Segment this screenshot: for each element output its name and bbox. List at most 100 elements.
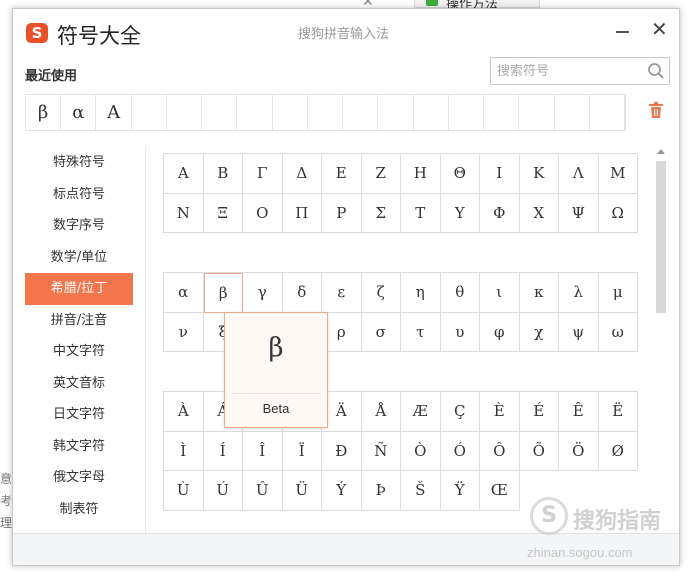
- greek-upper-symbol[interactable]: Ω: [598, 193, 638, 233]
- recent-symbol-cell[interactable]: [484, 95, 520, 130]
- recent-symbol-cell[interactable]: [132, 95, 167, 130]
- greek-lower-symbol[interactable]: ε: [322, 273, 362, 313]
- sidebar-item[interactable]: 日文字符: [25, 399, 133, 431]
- greek-upper-symbol[interactable]: Ψ: [559, 193, 599, 233]
- greek-lower-symbol[interactable]: θ: [440, 273, 480, 313]
- latin-symbol[interactable]: Æ: [401, 392, 441, 432]
- latin-symbol[interactable]: Ó: [440, 431, 480, 471]
- greek-upper-symbol[interactable]: Ο: [243, 193, 283, 233]
- greek-upper-symbol[interactable]: Δ: [282, 154, 322, 194]
- latin-symbol[interactable]: Ò: [401, 431, 441, 471]
- latin-symbol[interactable]: Ñ: [361, 431, 401, 471]
- greek-lower-symbol[interactable]: κ: [519, 273, 559, 313]
- greek-lower-symbol[interactable]: χ: [519, 312, 559, 352]
- scroll-up-arrow-icon[interactable]: [657, 149, 665, 154]
- recent-symbol-cell[interactable]: A: [96, 95, 132, 130]
- recent-symbol-cell[interactable]: [590, 95, 625, 130]
- search-icon[interactable]: [647, 62, 665, 80]
- greek-upper-symbol[interactable]: Μ: [598, 154, 638, 194]
- greek-lower-symbol[interactable]: ζ: [361, 273, 401, 313]
- greek-upper-symbol[interactable]: Ζ: [361, 154, 401, 194]
- sidebar-item[interactable]: 数字序号: [25, 210, 133, 242]
- latin-symbol[interactable]: Ê: [559, 392, 599, 432]
- recent-symbol-cell[interactable]: β: [26, 95, 62, 130]
- sidebar-item[interactable]: 中文字符: [25, 336, 133, 368]
- latin-symbol[interactable]: Ÿ: [440, 471, 480, 511]
- close-button[interactable]: ✕: [651, 18, 668, 40]
- latin-symbol[interactable]: Ý: [322, 471, 362, 511]
- greek-upper-symbol[interactable]: Γ: [243, 154, 283, 194]
- latin-symbol[interactable]: Ü: [282, 471, 322, 511]
- trash-icon[interactable]: [649, 102, 663, 118]
- greek-lower-symbol[interactable]: η: [401, 273, 441, 313]
- title-bar[interactable]: S 符号大全 搜狗拼音输入法 ✕: [13, 9, 679, 55]
- recent-symbol-cell[interactable]: [555, 95, 590, 130]
- search-box[interactable]: [490, 57, 670, 85]
- latin-symbol[interactable]: Ô: [480, 431, 520, 471]
- greek-upper-symbol[interactable]: Π: [282, 193, 322, 233]
- minimize-button[interactable]: [616, 31, 629, 33]
- latin-symbol[interactable]: À: [164, 392, 204, 432]
- latin-symbol[interactable]: È: [480, 392, 520, 432]
- greek-lower-symbol[interactable]: ψ: [559, 312, 599, 352]
- recent-symbol-cell[interactable]: α: [61, 95, 97, 130]
- recent-symbol-cell[interactable]: [378, 95, 414, 130]
- latin-symbol[interactable]: Š: [401, 471, 441, 511]
- latin-symbol[interactable]: Ù: [164, 471, 204, 511]
- greek-upper-symbol[interactable]: Ι: [480, 154, 520, 194]
- sidebar-item[interactable]: 英文音标: [25, 368, 133, 400]
- greek-lower-symbol[interactable]: ω: [598, 312, 638, 352]
- greek-upper-symbol[interactable]: Σ: [361, 193, 401, 233]
- greek-lower-symbol[interactable]: β: [203, 273, 243, 313]
- greek-upper-symbol[interactable]: Α: [164, 154, 204, 194]
- latin-symbol[interactable]: Ç: [440, 392, 480, 432]
- recent-symbol-cell[interactable]: [237, 95, 273, 130]
- sidebar-item[interactable]: 韩文字符: [25, 431, 133, 463]
- recent-symbol-cell[interactable]: [343, 95, 379, 130]
- scrollbar[interactable]: [655, 147, 667, 531]
- latin-symbol[interactable]: Ø: [598, 431, 638, 471]
- greek-lower-symbol[interactable]: τ: [401, 312, 441, 352]
- latin-symbol[interactable]: Õ: [519, 431, 559, 471]
- greek-upper-symbol[interactable]: Η: [401, 154, 441, 194]
- sidebar-item[interactable]: 标点符号: [25, 179, 133, 211]
- sidebar-item[interactable]: 数学/单位: [25, 242, 133, 274]
- greek-upper-symbol[interactable]: Ρ: [322, 193, 362, 233]
- greek-upper-symbol[interactable]: Ε: [322, 154, 362, 194]
- search-input[interactable]: [491, 58, 641, 84]
- greek-lower-symbol[interactable]: λ: [559, 273, 599, 313]
- latin-symbol[interactable]: Í: [203, 431, 243, 471]
- greek-upper-symbol[interactable]: Ν: [164, 193, 204, 233]
- sidebar-item[interactable]: 拼音/注音: [25, 305, 133, 337]
- greek-upper-symbol[interactable]: Θ: [440, 154, 480, 194]
- latin-symbol[interactable]: Î: [243, 431, 283, 471]
- greek-upper-symbol[interactable]: Υ: [440, 193, 480, 233]
- recent-symbol-cell[interactable]: [308, 95, 344, 130]
- greek-lower-symbol[interactable]: γ: [243, 273, 283, 313]
- latin-symbol[interactable]: Þ: [361, 471, 401, 511]
- greek-upper-symbol[interactable]: Β: [203, 154, 243, 194]
- latin-symbol[interactable]: Ì: [164, 431, 204, 471]
- greek-lower-symbol[interactable]: υ: [440, 312, 480, 352]
- recent-symbol-cell[interactable]: [202, 95, 238, 130]
- latin-symbol[interactable]: É: [519, 392, 559, 432]
- sidebar-item[interactable]: 俄文字母: [25, 462, 133, 494]
- recent-symbol-cell[interactable]: [273, 95, 308, 130]
- latin-symbol[interactable]: Ï: [282, 431, 322, 471]
- recent-symbol-cell[interactable]: [449, 95, 485, 130]
- sidebar-item[interactable]: 制表符: [25, 494, 133, 526]
- recent-symbol-cell[interactable]: [167, 95, 203, 130]
- greek-upper-symbol[interactable]: Τ: [401, 193, 441, 233]
- sidebar-item[interactable]: 希腊/拉丁: [25, 273, 133, 305]
- greek-upper-symbol[interactable]: Λ: [559, 154, 599, 194]
- latin-symbol[interactable]: Ë: [598, 392, 638, 432]
- latin-symbol[interactable]: Ú: [203, 471, 243, 511]
- latin-symbol[interactable]: Œ: [480, 471, 520, 511]
- recent-symbol-cell[interactable]: [519, 95, 555, 130]
- greek-lower-symbol[interactable]: α: [164, 273, 204, 313]
- greek-upper-symbol[interactable]: Ξ: [203, 193, 243, 233]
- greek-upper-symbol[interactable]: Φ: [480, 193, 520, 233]
- greek-upper-symbol[interactable]: Χ: [519, 193, 559, 233]
- greek-lower-symbol[interactable]: μ: [598, 273, 638, 313]
- sidebar-item[interactable]: 特殊符号: [25, 147, 133, 179]
